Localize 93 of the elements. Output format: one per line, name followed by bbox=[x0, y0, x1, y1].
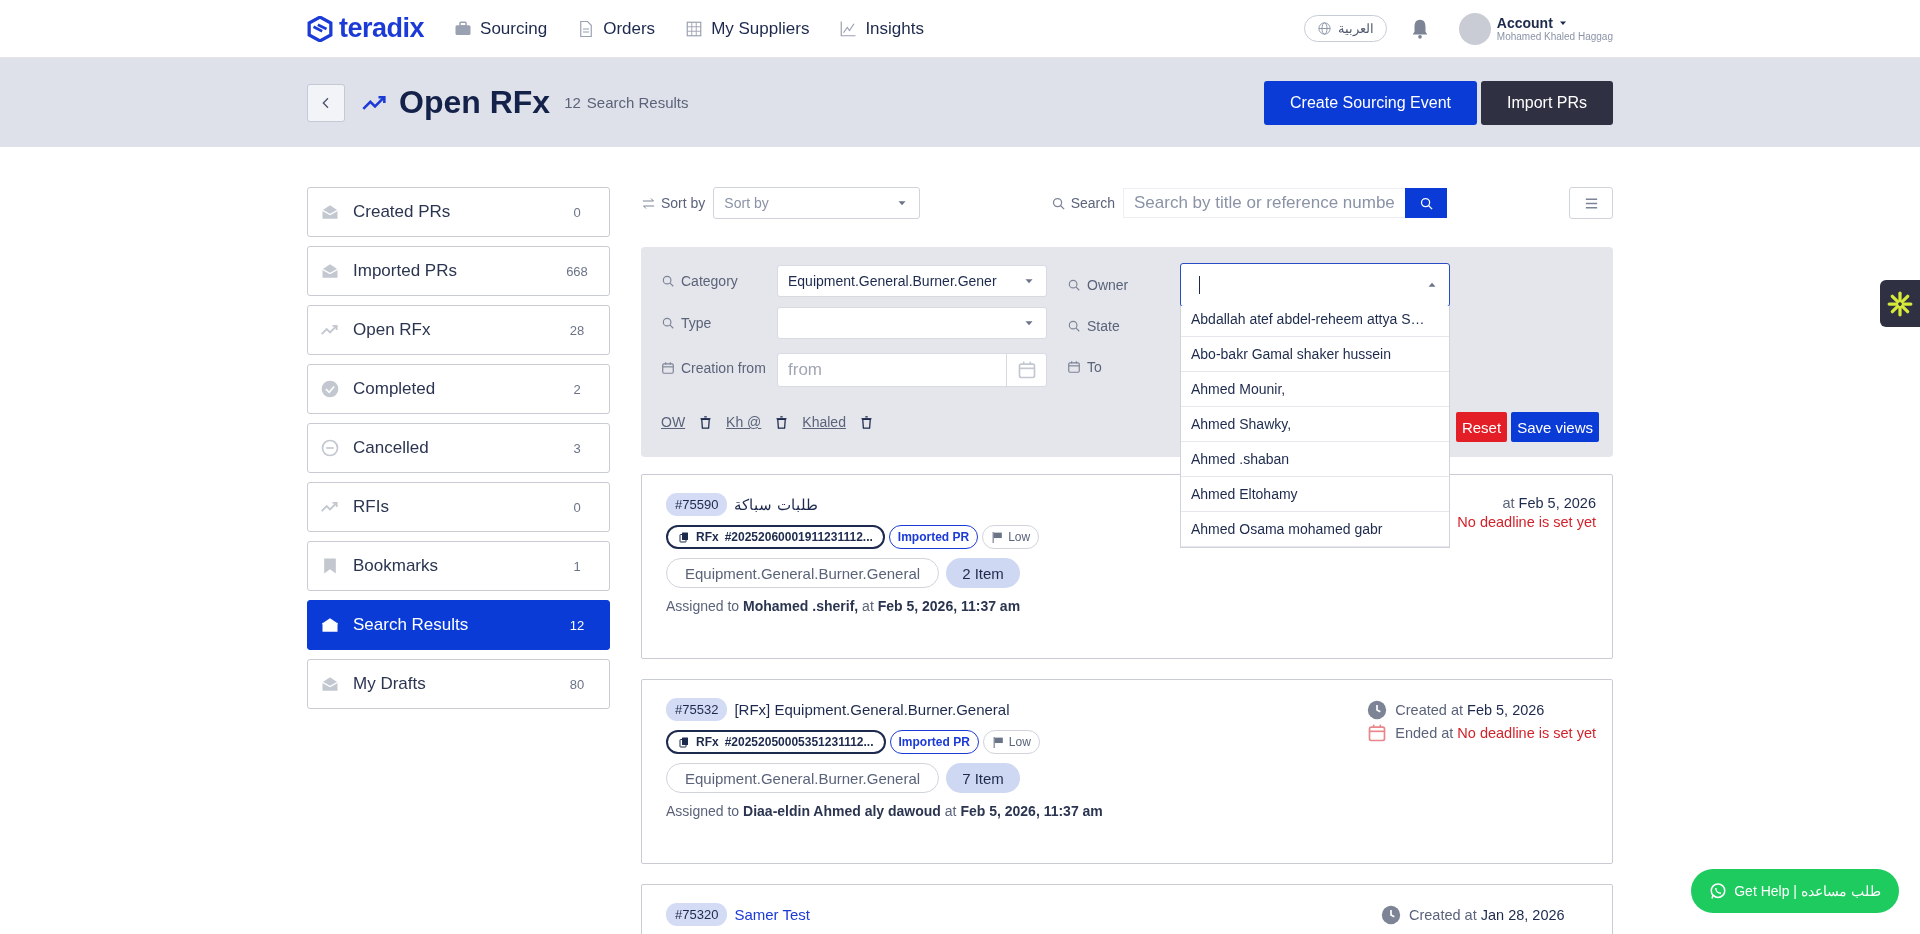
filter-label: Owner bbox=[1067, 277, 1129, 293]
result-label: Search Results bbox=[586, 94, 689, 111]
dropdown-option[interactable]: Ahmed Mounir, bbox=[1181, 372, 1449, 407]
sort-label: Sort by bbox=[641, 195, 706, 211]
sidebar-item[interactable]: Open RFx 28 bbox=[307, 305, 610, 355]
dropdown-option[interactable]: Ahmed Eltohamy bbox=[1181, 477, 1449, 512]
rfx-title[interactable]: [RFx] Equipment.General.Burner.General bbox=[734, 701, 1010, 718]
sidebar-item[interactable]: Bookmarks 1 bbox=[307, 541, 610, 591]
flower-icon bbox=[1887, 290, 1913, 317]
page-title: Open RFx bbox=[399, 84, 551, 121]
reference-tag: RFx #20252060001911231112... bbox=[666, 525, 885, 549]
search-field[interactable]: Search by title or reference numbe bbox=[1123, 188, 1405, 218]
filter-label: Category bbox=[661, 273, 777, 289]
logo-mark bbox=[307, 15, 333, 42]
sidebar-item[interactable]: RFIs 0 bbox=[307, 482, 610, 532]
sidebar-item[interactable]: Cancelled 3 bbox=[307, 423, 610, 473]
dropdown-option[interactable]: Ahmed Osama mohamed gabr bbox=[1181, 512, 1449, 547]
calendar-icon bbox=[661, 361, 675, 375]
owner-field[interactable] bbox=[1180, 263, 1450, 307]
search-icon bbox=[661, 274, 675, 288]
sidebar-item[interactable]: Imported PRs 668 bbox=[307, 246, 610, 296]
dropdown-option[interactable]: Ahmed .shaban bbox=[1181, 442, 1449, 477]
search-icon bbox=[661, 316, 675, 330]
reference-tag: RFx #20252050005351231112... bbox=[666, 730, 886, 754]
trash-icon bbox=[774, 414, 790, 430]
sort-arrows-icon bbox=[641, 195, 656, 211]
language-button[interactable]: العربية bbox=[1303, 15, 1387, 42]
filter-label: State bbox=[1067, 318, 1120, 334]
nav-link[interactable]: Insights bbox=[839, 18, 924, 39]
filter-dropdown[interactable]: Equipment.General.Burner.Gener bbox=[777, 265, 1047, 297]
sidebar-item[interactable]: My Drafts 80 bbox=[307, 659, 610, 709]
copy-icon bbox=[678, 736, 690, 748]
saved-view-link[interactable]: Khaled bbox=[802, 414, 846, 430]
rfx-number: #75320 bbox=[666, 903, 728, 926]
briefcase-icon bbox=[454, 19, 473, 38]
user-name: Mohamed Khaled Haggag bbox=[1496, 31, 1613, 42]
item-count-tag: 7 Item bbox=[946, 763, 1020, 793]
logo-text: teradix bbox=[339, 13, 425, 44]
sidebar-item[interactable]: Completed 2 bbox=[307, 364, 610, 414]
import-button[interactable]: Import PRs bbox=[1481, 80, 1613, 125]
calendar-icon bbox=[1016, 360, 1037, 380]
dropdown-option[interactable]: Ahmed Shawky, bbox=[1181, 407, 1449, 442]
line-chart-icon bbox=[839, 19, 858, 38]
filter-label: Type bbox=[661, 315, 777, 331]
search-icon bbox=[1067, 319, 1081, 333]
saved-view-link[interactable]: Kh @ bbox=[726, 414, 762, 430]
dropdown-option[interactable]: Abo-bakr Gamal shaker hussein bbox=[1181, 337, 1449, 372]
search-icon bbox=[1050, 195, 1066, 211]
globe-icon bbox=[1316, 21, 1332, 36]
side-widget-button[interactable] bbox=[1880, 280, 1920, 327]
sidebar-item[interactable]: Created PRs 0 bbox=[307, 187, 610, 237]
item-count-tag: 2 Item bbox=[946, 558, 1020, 588]
created-date: Created at Feb 5, 2026 bbox=[1367, 700, 1596, 720]
end-date: No deadline is set yet bbox=[1456, 514, 1596, 530]
filter-label: Creation from bbox=[661, 360, 777, 376]
account-menu[interactable]: Account bbox=[1496, 15, 1613, 31]
created-date: at Feb 5, 2026 bbox=[1501, 495, 1596, 511]
delete-button[interactable] bbox=[698, 414, 714, 430]
filter-label: To bbox=[1067, 359, 1102, 375]
created-date: Created at Jan 28, 2026 bbox=[1381, 905, 1596, 925]
reset-button[interactable]: Reset bbox=[1455, 412, 1508, 442]
menu-button[interactable] bbox=[1569, 187, 1613, 219]
check-circle-icon bbox=[320, 379, 340, 399]
building-icon bbox=[685, 19, 704, 38]
result-count: 12 bbox=[564, 94, 581, 111]
assignment-text: Assigned to Mohamed .sherif, at Feb 5, 2026, 11:37 am bbox=[666, 598, 1022, 614]
nav-link[interactable]: My Suppliers bbox=[685, 18, 810, 39]
flag-icon bbox=[991, 735, 1005, 749]
save-views-button[interactable]: Save views bbox=[1511, 412, 1599, 442]
calendar-icon bbox=[1067, 360, 1081, 374]
search-label: Search bbox=[1050, 195, 1115, 211]
delete-button[interactable] bbox=[774, 414, 790, 430]
assignment-text: Assigned to Diaa-eldin Ahmed aly dawoud at Feb 5, 2026, 11:37 am bbox=[666, 803, 1104, 819]
sidebar-item[interactable]: Search Results 12 bbox=[307, 600, 610, 650]
rfx-number: #75532 bbox=[666, 698, 728, 721]
trash-icon bbox=[698, 414, 714, 430]
rfx-title[interactable]: Samer Test bbox=[734, 906, 810, 923]
copy-icon bbox=[678, 531, 690, 543]
saved-view-link[interactable]: OW bbox=[661, 414, 686, 430]
nav-link[interactable]: Sourcing bbox=[454, 18, 548, 39]
search-button[interactable] bbox=[1405, 188, 1447, 218]
rfx-number: #75590 bbox=[666, 493, 728, 516]
chat-bubble-icon bbox=[1709, 882, 1728, 900]
dropdown-option[interactable]: Abdallah atef abdel-reheem attya S… bbox=[1181, 306, 1449, 337]
flag-icon bbox=[991, 530, 1005, 544]
nav-link[interactable]: Orders bbox=[577, 18, 656, 39]
search-icon bbox=[1418, 195, 1434, 211]
create-event-button[interactable]: Create Sourcing Event bbox=[1264, 80, 1477, 125]
end-date: Ended at No deadline is set yet bbox=[1367, 723, 1596, 743]
minus-circle-icon bbox=[320, 438, 340, 458]
rfx-title[interactable]: طلبات سباكة bbox=[734, 495, 818, 514]
avatar bbox=[1458, 12, 1491, 45]
search-icon bbox=[1067, 278, 1081, 292]
